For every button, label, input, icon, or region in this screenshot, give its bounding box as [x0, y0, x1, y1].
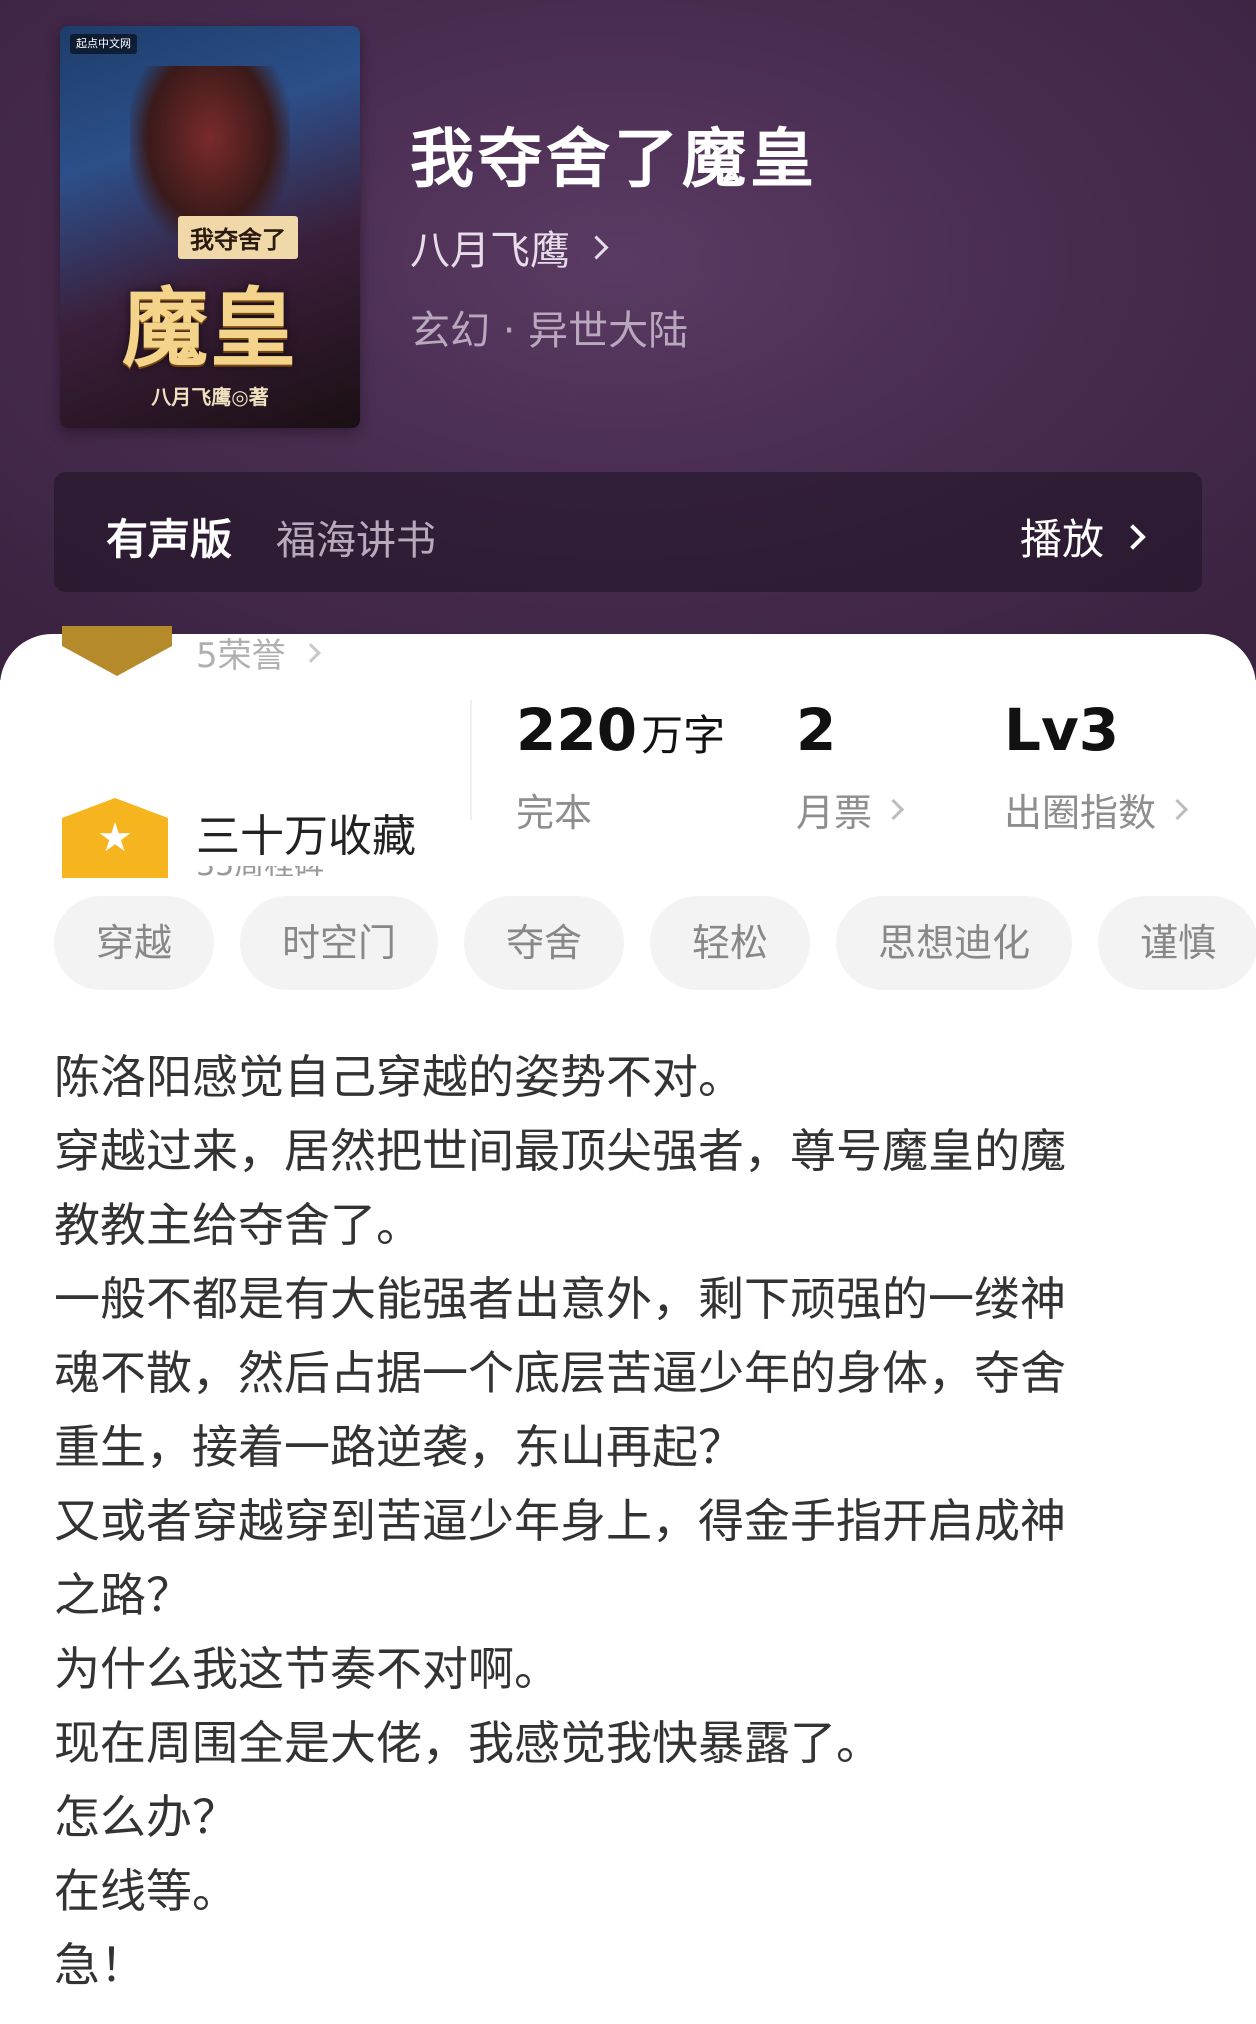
- description-line: 在线等。: [54, 1864, 238, 1918]
- stat-monthly-votes[interactable]: 2 月票: [796, 696, 905, 837]
- stat-label: 月票: [796, 791, 873, 835]
- tag-chip[interactable]: 穿越: [54, 896, 215, 990]
- stat-label: 出圈指数: [1004, 791, 1157, 835]
- book-description[interactable]: 陈洛阳感觉自己穿越的姿势不对。 穿越过来，居然把世间最顶尖强者，尊号魔皇的魔 教…: [54, 1040, 1204, 2002]
- chevron-right-icon: [1120, 523, 1146, 550]
- description-line: 教教主给夺舍了。: [54, 1198, 422, 1252]
- book-cover[interactable]: 起点中文网 我夺舍了 魔皇 八月飞鹰◎著: [60, 26, 360, 428]
- description-line: 穿越过来，居然把世间最顶尖强者，尊号魔皇的魔: [54, 1124, 1066, 1178]
- description-line: 又或者穿越穿到苦逼少年身上，得金手指开启成神: [54, 1494, 1066, 1548]
- chevron-right-icon: [882, 798, 905, 821]
- cover-publisher-badge: 起点中文网: [70, 34, 137, 54]
- description-line: 现在周围全是大佬，我感觉我快暴露了。: [54, 1716, 882, 1770]
- tag-chip[interactable]: 夺舍: [464, 896, 625, 990]
- stat-value: Lv3: [1004, 696, 1120, 764]
- tag-list: 穿越 时空门 夺舍 轻松 思想迪化 谨慎: [54, 896, 1256, 992]
- book-genre: 玄幻 · 异世大陆: [410, 308, 689, 354]
- tag-chip[interactable]: 轻松: [650, 896, 811, 990]
- chevron-right-icon: [1166, 798, 1189, 821]
- description-line: 为什么我这节奏不对啊。: [54, 1642, 560, 1696]
- description-line: 之路？: [54, 1568, 192, 1622]
- description-line: 怎么办？: [54, 1790, 238, 1844]
- author-link[interactable]: 八月飞鹰: [410, 218, 609, 276]
- honor-link[interactable]: 5荣誉: [196, 628, 321, 677]
- audio-version-bar[interactable]: 有声版 福海讲书 播放: [54, 472, 1202, 592]
- stat-value: 220: [516, 696, 638, 764]
- cover-author-line: 八月飞鹰◎著: [151, 385, 269, 409]
- description-line: 一般不都是有大能强者出意外，剩下顽强的一缕神: [54, 1272, 1066, 1326]
- cover-banner-text: 我夺舍了: [178, 216, 298, 259]
- stat-value: 2: [796, 696, 837, 764]
- book-header: 起点中文网 我夺舍了 魔皇 八月飞鹰◎著 我夺舍了魔皇 八月飞鹰 玄幻 · 异世…: [0, 0, 1256, 680]
- chevron-right-icon: [300, 642, 321, 663]
- tag-chip[interactable]: 谨慎: [1098, 896, 1256, 990]
- audio-label: 有声版: [106, 515, 233, 564]
- description-line: 魂不散，然后占据一个底层苦逼少年的身体，夺舍: [54, 1346, 1066, 1400]
- stats-divider: [470, 700, 472, 820]
- description-line: 急！: [54, 1938, 146, 1992]
- description-line: 重生，接着一路逆袭，东山再起？: [54, 1420, 744, 1474]
- description-line: 陈洛阳感觉自己穿越的姿势不对。: [54, 1050, 744, 1104]
- author-name: 八月飞鹰: [410, 228, 570, 274]
- favorites-milestone-sub: 35周程碑: [196, 866, 456, 876]
- stat-popularity-index[interactable]: Lv3 出圈指数: [1004, 696, 1189, 837]
- audio-narrator: 福海讲书: [276, 518, 436, 564]
- book-title: 我夺舍了魔皇: [410, 122, 818, 197]
- tag-chip[interactable]: 思想迪化: [836, 896, 1073, 990]
- tag-chip[interactable]: 时空门: [240, 896, 439, 990]
- stat-word-count: 220 万字 完本: [516, 696, 725, 837]
- favorites-milestone[interactable]: 三十万收藏: [196, 800, 416, 864]
- cover-big-title: 魔皇: [122, 278, 298, 379]
- stat-label: 完本: [516, 791, 593, 835]
- chevron-right-icon: [584, 234, 609, 260]
- honor-count: 5荣誉: [196, 636, 286, 676]
- stat-unit: 万字: [641, 711, 726, 760]
- play-label: 播放: [1019, 515, 1104, 564]
- play-button[interactable]: 播放: [1019, 506, 1146, 567]
